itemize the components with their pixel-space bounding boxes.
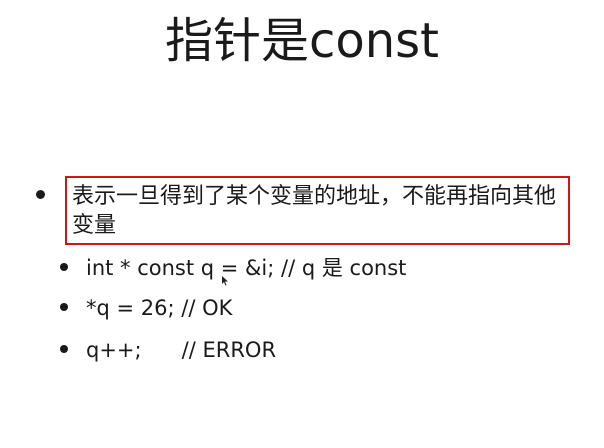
code-line-declaration: int * const q = &i; // q 是 const (86, 256, 407, 280)
main-bullet-text: 表示一旦得到了某个变量的地址，不能再指向其他变量 (72, 184, 557, 238)
code-line-error: q++; // ERROR (86, 338, 277, 362)
slide-title: 指针是const (164, 13, 439, 69)
bullet-dot (60, 263, 68, 271)
mouse-cursor-icon (222, 276, 228, 286)
bullet-dot (60, 303, 68, 311)
sub-bullet-3: q++; // ERROR (60, 336, 276, 448)
code-line-ok: *q = 26; // OK (86, 296, 233, 320)
slide: 指针是const 表示一旦得到了某个变量的地址，不能再指向其他变量 int * … (0, 0, 604, 420)
bullet-dot (36, 190, 45, 199)
bullet-dot (60, 345, 68, 353)
